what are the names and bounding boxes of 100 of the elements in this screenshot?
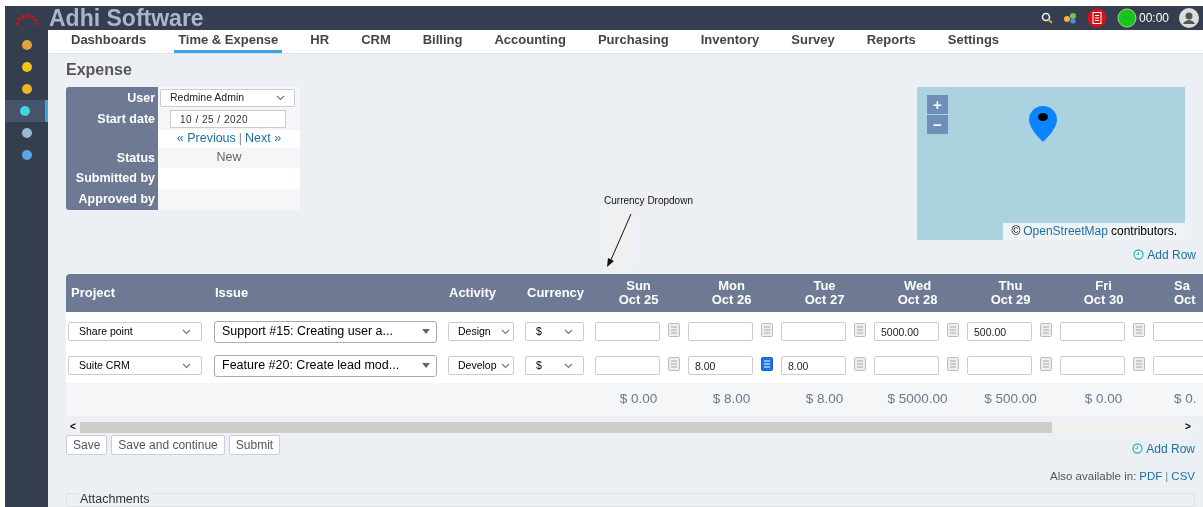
currency-select[interactable]: $ [525,322,584,342]
column-header: Oct 29 [990,292,1031,307]
nav-tab[interactable]: Dashboards [67,30,151,53]
project-select[interactable]: Suite CRM [68,356,202,376]
caret-icon [422,363,430,369]
amount-input[interactable] [874,356,939,376]
nav-tab[interactable]: Purchasing [593,30,673,53]
amount-input[interactable]: 8.00 [781,356,846,376]
date-field[interactable]: 10 / 25 / 2020 [170,110,286,129]
previous-link[interactable]: « Previous [176,129,236,149]
nav-tab[interactable]: Inventory [696,30,764,53]
amount-input[interactable] [595,322,660,342]
field-label: User [127,89,155,107]
note-icon[interactable] [761,357,773,372]
column-header: Issue [215,284,249,302]
column-header: Fri [1095,278,1112,293]
column-header: Project [71,284,116,302]
nav-tab[interactable]: Settings [943,30,1004,53]
openstreetmap-link[interactable]: OpenStreetMap [1023,222,1108,240]
amount-input[interactable]: 8.00 [688,356,753,376]
page-title: Expense [66,61,133,78]
clock-icon [1133,249,1145,261]
nav-tab[interactable]: Reports [862,30,920,53]
link-separator: | [238,130,243,148]
amount-input[interactable]: 5000.00 [874,322,939,342]
bubbles-icon[interactable] [1062,12,1077,25]
column-header: Oct 27 [804,292,845,307]
nav-tab[interactable]: Accounting [490,30,570,53]
add-row-link[interactable]: Add Row [1133,245,1196,264]
field-label: Start date [97,110,155,128]
form-button[interactable]: Save and continue [111,434,225,455]
checklist-icon[interactable] [1086,8,1107,29]
column-header: Oct 30 [1083,292,1124,307]
currency-select[interactable]: $ [525,356,584,376]
clock-icon [1132,443,1144,455]
column-header: Oct [1174,292,1196,307]
total-value: $ 0.00 [1084,390,1123,409]
total-value: $ 500.00 [984,390,1037,409]
issue-select[interactable]: Feature #20: Create lead mod... [214,354,437,377]
chevron-down-icon [501,362,510,369]
column-header: Oct 25 [618,292,659,307]
field-label: Submitted by [75,169,155,187]
export-label: Also available in: [1050,468,1137,484]
amount-input[interactable] [1060,356,1125,376]
amount-input[interactable] [781,322,846,342]
amount-input[interactable]: 500.00 [967,322,1032,342]
nav-tab[interactable]: CRM [357,30,395,53]
column-header: Currency [527,284,585,302]
export-link[interactable]: CSV [1171,467,1195,485]
nav-tab[interactable]: Survey [787,30,839,53]
column-header: Activity [449,284,496,302]
issue-select[interactable]: Support #15: Creating user a... [214,320,437,343]
next-link[interactable]: Next » [245,129,282,149]
column-header: Oct 26 [711,292,752,307]
chevron-down-icon [564,328,573,335]
search-icon[interactable] [1040,12,1053,25]
chevron-down-icon [501,328,510,335]
add-row-link[interactable]: Add Row [1132,439,1195,458]
total-value: $ 5000.00 [887,390,948,409]
form-button[interactable]: Submit [228,434,281,455]
user-select[interactable]: Redmine Admin [160,89,295,108]
column-header: Mon [718,278,745,293]
amount-input[interactable] [595,356,660,376]
column-header: Tue [813,278,836,293]
activity-select[interactable]: Design [448,322,514,342]
project-select[interactable]: Share point [68,322,202,342]
field-label: Approved by [78,190,155,208]
app-title: Adhi Software [49,6,204,30]
form-button[interactable]: Save [66,434,108,455]
horizontal-scrollbar[interactable]: < > [66,420,1195,434]
scroll-right-arrow[interactable]: > [1181,422,1195,433]
attribution-text: contributors. [1110,222,1177,240]
total-value: $ 8.00 [805,390,844,409]
logo-icon [13,14,40,26]
copyright-symbol: © [1011,222,1021,240]
chevron-down-icon [564,362,573,369]
column-header: Wed [903,278,932,293]
column-header: Sa [1174,278,1190,293]
amount-input[interactable] [1153,356,1203,376]
amount-input[interactable] [967,356,1032,376]
nav-tab[interactable]: Billing [418,30,467,53]
attachments-legend: Attachments [79,492,151,506]
nav-tab[interactable]: HR [306,30,334,53]
total-value: $ 8.00 [712,390,751,409]
amount-input[interactable] [1060,322,1125,342]
activity-select[interactable]: Develop [448,356,514,376]
nav-tab[interactable]: Time & Expense [174,30,283,53]
user-avatar-icon[interactable] [1179,8,1199,29]
map-pin-icon [1029,105,1057,142]
chevron-down-icon [182,328,191,335]
export-link[interactable]: PDF [1139,467,1163,485]
amount-input[interactable] [1153,322,1203,342]
total-value: $ 0.00 [619,390,658,409]
link-separator: | [1165,468,1169,484]
chevron-down-icon [182,362,191,369]
scroll-left-arrow[interactable]: < [66,422,80,433]
sidebar-item[interactable] [5,100,48,122]
column-header: Sun [626,278,651,293]
clock-icon[interactable] [1116,8,1137,29]
amount-input[interactable] [688,322,753,342]
